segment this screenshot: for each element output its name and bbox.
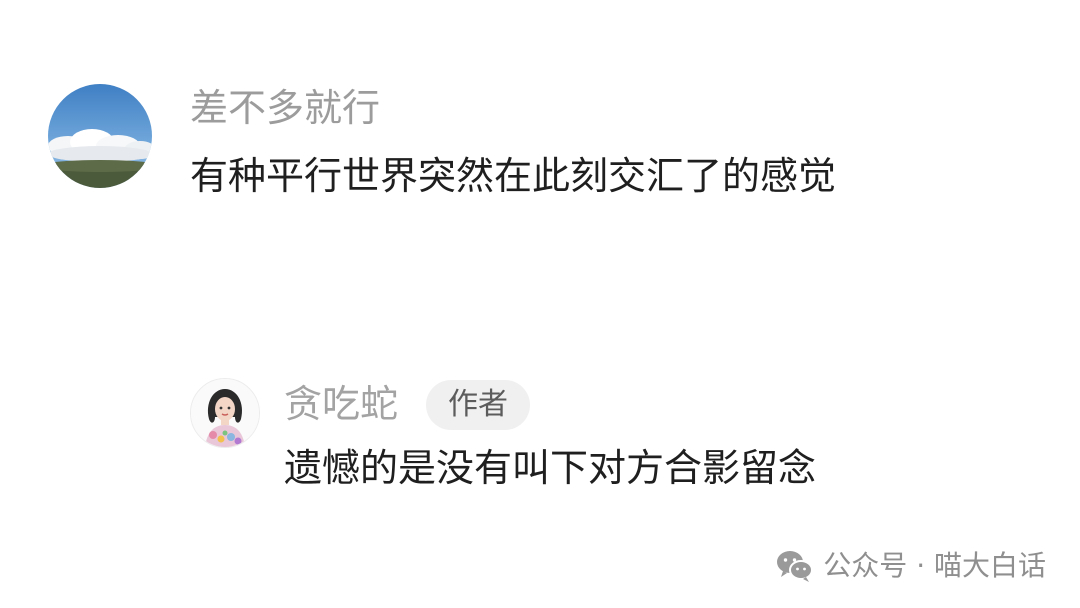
avatar[interactable] — [48, 84, 152, 188]
sky-clouds-avatar-icon — [48, 84, 152, 188]
reply-text: 遗憾的是没有叫下对方合影留念 — [284, 446, 817, 490]
watermark-text: 公众号 · 喵大白话 — [823, 549, 1046, 582]
avatar[interactable] — [190, 378, 260, 448]
wechat-icon — [777, 551, 814, 582]
watermark: 公众号 · 喵大白话 — [775, 546, 1046, 586]
comment-thread: 差不多就行 有种平行世界突然在此刻交汇了的感觉 贪吃蛇 作者 遗憾的是没有叫下对… — [0, 0, 1080, 608]
comment-username[interactable]: 差不多就行 — [190, 84, 380, 132]
reply-username[interactable]: 贪吃蛇 — [284, 380, 398, 428]
illustrated-girl-avatar-icon — [191, 379, 259, 447]
author-badge: 作者 — [426, 380, 530, 430]
comment-text: 有种平行世界突然在此刻交汇了的感觉 — [190, 154, 837, 198]
